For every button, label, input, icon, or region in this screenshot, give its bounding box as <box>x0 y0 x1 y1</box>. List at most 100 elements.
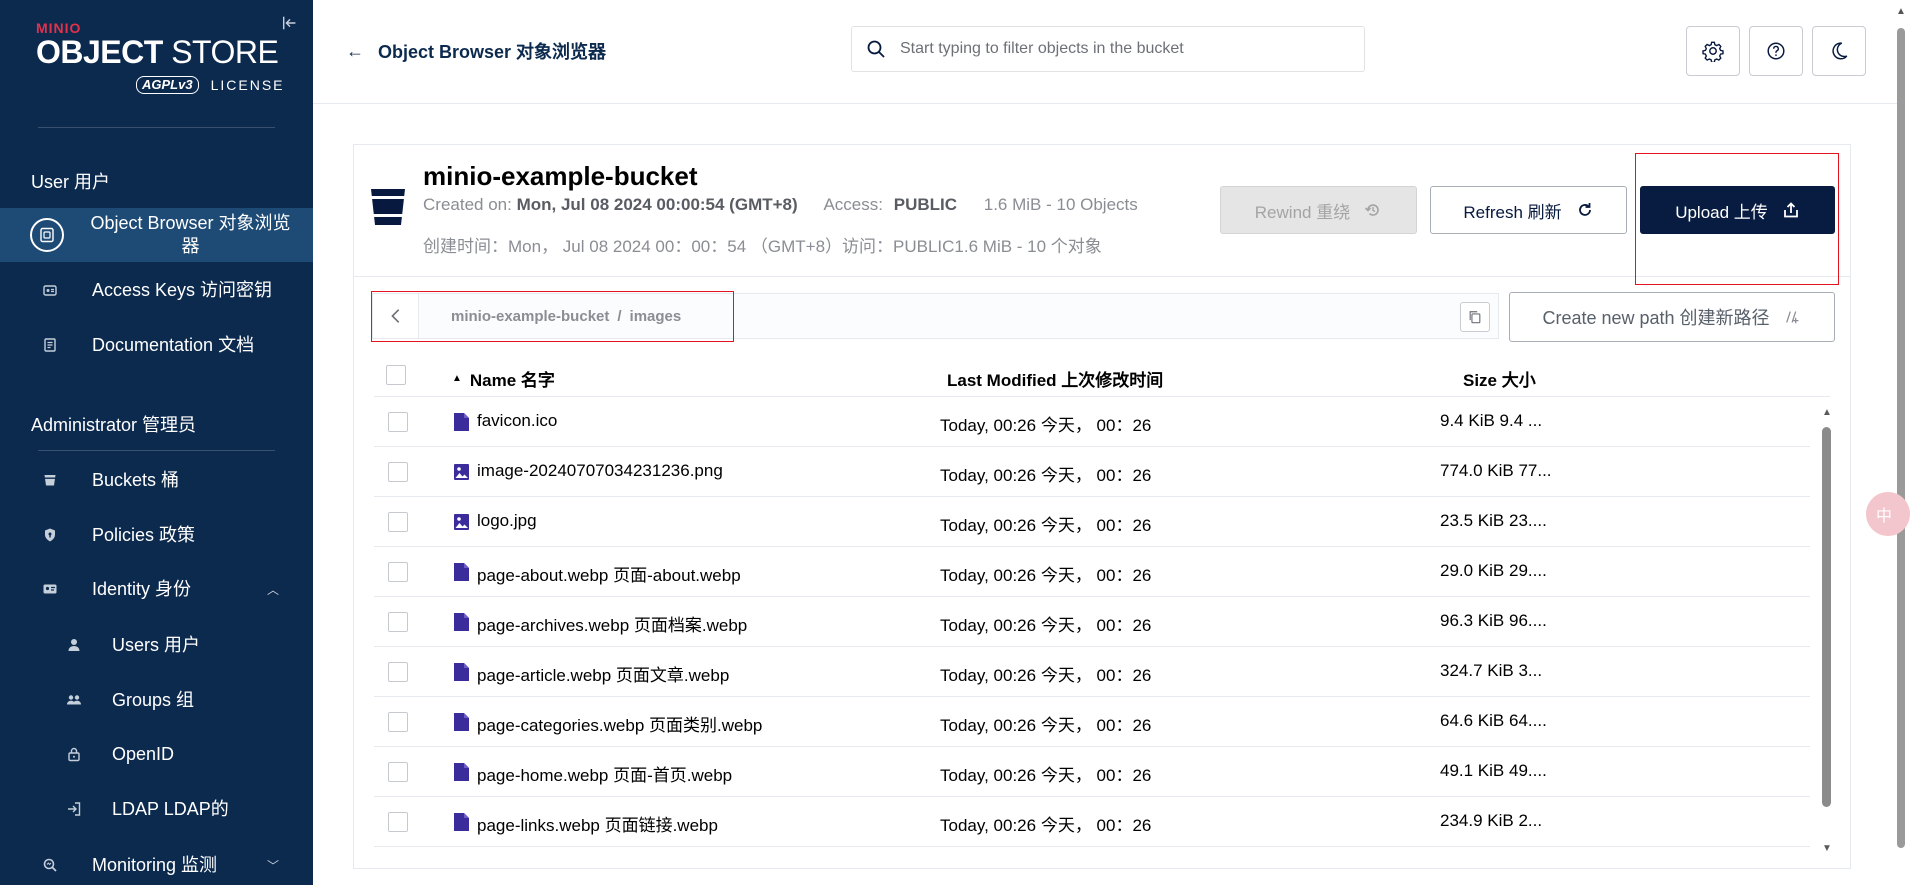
object-name[interactable]: favicon.ico <box>477 411 557 431</box>
object-size: 23.5 KiB 23.... <box>1440 511 1547 530</box>
sidebar-item-label: Groups 组 <box>112 689 195 710</box>
row-checkbox[interactable] <box>388 562 408 582</box>
sidebar-item-identity[interactable]: Identity 身份 ︿ <box>0 575 313 603</box>
collapse-sidebar-icon[interactable] <box>281 14 303 36</box>
sidebar-item-ldap[interactable]: LDAP LDAP的 <box>0 795 313 823</box>
table-row[interactable]: page-article.webp 页面文章.webp Today, 00:26 … <box>374 647 1810 697</box>
sidebar-item-monitoring[interactable]: Monitoring 监测 ﹀ <box>0 851 313 879</box>
row-checkbox[interactable] <box>388 612 408 632</box>
bucket-meta: Created on: Mon, Jul 08 2024 00:00:54 (G… <box>423 195 1138 214</box>
object-last-modified: Today, 00:26 今天， 00：26 <box>940 616 1152 635</box>
object-list: favicon.ico Today, 00:26 今天， 00：26 9.4 KiB… <box>374 397 1810 847</box>
minio-logo[interactable]: MINIO OBJECT STORE AGPLv3 LICENSE <box>36 20 286 100</box>
sidebar-item-label: Buckets 桶 <box>92 469 180 490</box>
sidebar-item-openid[interactable]: OpenID <box>0 740 313 768</box>
language-float-badge[interactable]: 中 <box>1866 492 1910 536</box>
window-scrollbar-thumb[interactable] <box>1897 28 1905 848</box>
select-all-checkbox[interactable] <box>386 365 406 385</box>
sidebar-item-object-browser[interactable]: Object Browser 对象浏览器 <box>0 208 313 262</box>
chevron-down-icon[interactable]: ﹀ <box>267 857 279 874</box>
sidebar-item-users[interactable]: Users 用户 <box>0 631 313 659</box>
sidebar-item-buckets[interactable]: Buckets 桶 <box>0 466 313 494</box>
table-row[interactable]: logo.jpg Today, 00:26 今天， 00：26 23.5 KiB 2… <box>374 497 1810 547</box>
row-checkbox[interactable] <box>388 762 408 782</box>
object-name[interactable]: page-archives.webp 页面档案.webp <box>477 611 747 636</box>
column-header-size[interactable]: Size 大小 <box>1463 366 1536 391</box>
bucket-meta-translated: 创建时间：Mon， Jul 08 2024 00：00：54 （GMT+8）访问… <box>423 237 1102 256</box>
sidebar-item-access-keys[interactable]: Access Keys 访问密钥 <box>0 276 313 304</box>
object-name[interactable]: logo.jpg <box>477 511 537 531</box>
sidebar-item-groups[interactable]: Groups 组 <box>0 686 313 714</box>
table-row[interactable]: favicon.ico Today, 00:26 今天， 00：26 9.4 KiB… <box>374 397 1810 447</box>
sidebar-item-label: Monitoring 监测 <box>92 854 218 875</box>
create-new-path-button[interactable]: Create new path 创建新路径 <box>1509 292 1835 342</box>
table-row[interactable]: page-archives.webp 页面档案.webp Today, 00:26… <box>374 597 1810 647</box>
row-checkbox[interactable] <box>388 412 408 432</box>
file-icon <box>453 812 470 832</box>
object-name[interactable]: page-about.webp 页面-about.webp <box>477 561 741 586</box>
search-input[interactable] <box>900 40 1340 58</box>
scroll-up-arrow-icon[interactable]: ▲ <box>1896 6 1906 17</box>
row-checkbox[interactable] <box>388 512 408 532</box>
column-header-name[interactable]: ▲ Name 名字 <box>452 366 555 391</box>
settings-button[interactable] <box>1686 26 1740 76</box>
object-last-modified: Today, 00:26 今天， 00：26 <box>940 466 1152 485</box>
object-name[interactable]: page-links.webp 页面链接.webp <box>477 811 718 836</box>
table-row[interactable]: page-home.webp 页面-首页.webp Today, 00:26 今天… <box>374 747 1810 797</box>
object-last-modified: Today, 00:26 今天， 00：26 <box>940 816 1152 835</box>
object-last-modified: Today, 00:26 今天， 00：26 <box>940 566 1152 585</box>
file-icon <box>453 662 470 682</box>
object-name[interactable]: page-article.webp 页面文章.webp <box>477 661 729 686</box>
image-file-icon <box>453 512 470 532</box>
window-scrollbar[interactable]: ▲ <box>1896 6 1906 883</box>
arrow-left-icon: ← <box>346 40 364 61</box>
rewind-button[interactable]: Rewind 重绕 <box>1220 186 1417 234</box>
row-checkbox[interactable] <box>388 462 408 482</box>
table-row[interactable]: page-about.webp 页面-about.webp Today, 00:2… <box>374 547 1810 597</box>
created-date: Mon, Jul 08 2024 00:00:54 (GMT+8) <box>516 195 798 214</box>
object-name[interactable]: page-categories.webp 页面类别.webp <box>477 711 762 736</box>
sidebar-item-label: LDAP LDAP的 <box>112 798 229 819</box>
table-row[interactable]: page-categories.webp 页面类别.webp Today, 00:… <box>374 697 1810 747</box>
sidebar-item-documentation[interactable]: Documentation 文档 <box>0 331 313 359</box>
sidebar-item-label: OpenID <box>112 743 175 764</box>
bucket-name: minio-example-bucket <box>423 161 698 191</box>
access-value: PUBLIC <box>893 195 958 214</box>
scroll-down-arrow-icon[interactable]: ▼ <box>1822 843 1832 854</box>
sidebar: MINIO OBJECT STORE AGPLv3 LICENSE User 用… <box>0 0 313 885</box>
row-checkbox[interactable] <box>388 712 408 732</box>
top-header: ← Object Browser 对象浏览器 <box>313 0 1900 104</box>
sidebar-item-label: Users 用户 <box>112 634 201 655</box>
agpl-badge: AGPLv3 <box>136 76 199 94</box>
scrollbar-thumb[interactable] <box>1822 427 1831 807</box>
help-button[interactable] <box>1749 26 1803 76</box>
file-icon <box>453 762 470 782</box>
sidebar-divider <box>38 450 275 451</box>
object-name[interactable]: image-20240707034231236.png <box>477 461 723 481</box>
object-filter-search[interactable] <box>851 26 1365 72</box>
row-checkbox[interactable] <box>388 812 408 832</box>
dark-mode-toggle[interactable] <box>1812 26 1866 76</box>
sidebar-divider <box>38 127 275 128</box>
bucket-icon <box>36 466 64 494</box>
column-header-last-modified[interactable]: Last Modified 上次修改时间 <box>947 366 1163 391</box>
back-to-object-browser[interactable]: ← Object Browser 对象浏览器 <box>346 38 606 64</box>
bucket-header: minio-example-bucket Created on: Mon, Ju… <box>354 145 1850 277</box>
table-scrollbar[interactable]: ▲ ▼ <box>1818 407 1834 855</box>
key-icon <box>36 276 64 304</box>
scroll-up-arrow-icon[interactable]: ▲ <box>1822 407 1832 418</box>
copy-path-button[interactable] <box>1460 302 1490 332</box>
sidebar-item-label: Identity 身份 <box>92 578 192 599</box>
object-size: 234.9 KiB 2... <box>1440 811 1543 830</box>
table-row[interactable]: image-20240707034231236.png Today, 00:26 … <box>374 447 1810 497</box>
chevron-up-icon[interactable]: ︿ <box>267 581 279 598</box>
rewind-icon <box>1365 204 1379 216</box>
object-size: 49.1 KiB 49.... <box>1440 761 1547 780</box>
object-name[interactable]: page-home.webp 页面-首页.webp <box>477 761 732 786</box>
refresh-button[interactable]: Refresh 刷新 <box>1430 186 1627 234</box>
row-checkbox[interactable] <box>388 662 408 682</box>
table-header: ▲ Name 名字 Last Modified 上次修改时间 Size 大小 <box>374 355 1830 397</box>
table-row[interactable]: page-links.webp 页面链接.webp Today, 00:26 今天… <box>374 797 1810 847</box>
sidebar-item-policies[interactable]: Policies 政策 <box>0 521 313 549</box>
sidebar-item-label: Access Keys 访问密钥 <box>92 279 273 300</box>
